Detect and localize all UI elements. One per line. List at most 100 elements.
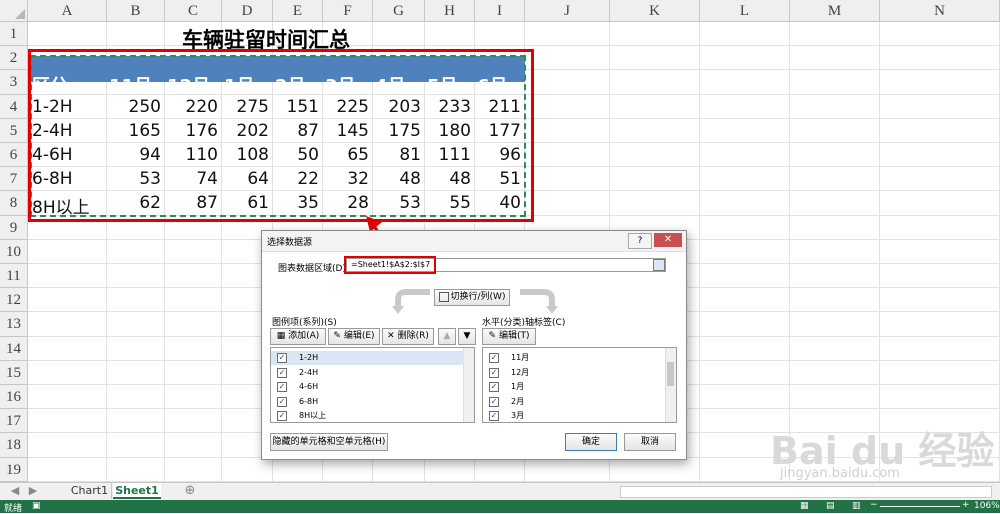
row-header-17[interactable]: 17 <box>0 409 28 434</box>
column-header-C[interactable]: C <box>165 0 222 22</box>
tab-sheet1[interactable]: Sheet1 <box>113 483 161 499</box>
edit-series-button[interactable]: ✎ 编辑(E) <box>328 328 380 345</box>
gridline-col <box>789 22 790 482</box>
category-item-label: 12月 <box>511 367 530 377</box>
column-header-F[interactable]: F <box>323 0 373 22</box>
row-header-10[interactable]: 10 <box>0 239 28 264</box>
prev-sheet-icon[interactable]: ◀ <box>8 483 22 499</box>
column-header-I[interactable]: I <box>475 0 525 22</box>
column-header-N[interactable]: N <box>880 0 1000 22</box>
row-header-4[interactable]: 4 <box>0 94 28 119</box>
curved-arrow-left-icon <box>392 289 430 314</box>
cancel-button[interactable]: 取消 <box>624 433 676 451</box>
row-header-19[interactable]: 19 <box>0 457 28 482</box>
horizontal-scrollbar[interactable] <box>620 486 992 498</box>
column-header-D[interactable]: D <box>222 0 273 22</box>
category-item[interactable]: ✓ 3月 <box>483 409 663 422</box>
category-item-label: 2月 <box>511 396 525 406</box>
help-button[interactable]: ? <box>628 233 652 249</box>
page-layout-icon[interactable]: ▤ <box>826 501 835 511</box>
column-header-G[interactable]: G <box>373 0 425 22</box>
row-header-5[interactable]: 5 <box>0 118 28 143</box>
checkbox-icon[interactable]: ✓ <box>489 411 499 421</box>
remove-series-button[interactable]: ✕ 删除(R) <box>382 328 434 345</box>
close-button[interactable]: ✕ <box>654 233 682 247</box>
gridline-col <box>879 22 880 482</box>
category-scrollbar[interactable] <box>665 348 676 422</box>
checkbox-icon[interactable]: ✓ <box>489 396 499 407</box>
row-header-12[interactable]: 12 <box>0 288 28 313</box>
row-header-7[interactable]: 7 <box>0 167 28 192</box>
series-item[interactable]: ✓ 1-2H <box>271 351 464 365</box>
add-label: 添加(A) <box>288 331 320 341</box>
zoom-out-icon[interactable]: − <box>870 500 878 510</box>
category-item[interactable]: ✓ 1月 <box>483 380 663 394</box>
row-header-14[interactable]: 14 <box>0 336 28 361</box>
axis-label-title: 水平(分类)轴标签(C) <box>482 318 566 328</box>
checkbox-icon[interactable]: ✓ <box>489 367 499 378</box>
column-header-J[interactable]: J <box>525 0 610 22</box>
switch-row-column-button[interactable]: 切换行/列(W) <box>434 289 510 306</box>
ok-button[interactable]: 确定 <box>565 433 617 451</box>
row-header-18[interactable]: 18 <box>0 433 28 458</box>
select-all-corner[interactable] <box>0 0 28 22</box>
row-header-2[interactable]: 2 <box>0 46 28 71</box>
add-sheet-icon[interactable]: ⊕ <box>182 483 198 499</box>
column-header-H[interactable]: H <box>425 0 475 22</box>
row-header-1[interactable]: 1 <box>0 22 28 47</box>
category-item[interactable]: ✓ 12月 <box>483 366 663 380</box>
gridline-row <box>28 45 1000 47</box>
series-scrollbar[interactable] <box>463 348 474 422</box>
down-arrow-icon: ▼ <box>463 331 471 341</box>
macro-record-icon[interactable]: ▣ <box>32 501 41 511</box>
highlight-box-table <box>28 49 534 222</box>
move-up-button[interactable]: ▲ <box>438 328 456 345</box>
series-item[interactable]: ✓ 4-6H <box>271 380 451 394</box>
scroll-thumb[interactable] <box>667 362 674 386</box>
zoom-in-icon[interactable]: + <box>962 500 970 510</box>
row-header-13[interactable]: 13 <box>0 312 28 337</box>
tab-chart1[interactable]: Chart1 <box>68 483 112 499</box>
highlight-box-range <box>344 256 436 274</box>
row-header-6[interactable]: 6 <box>0 143 28 168</box>
row-header-15[interactable]: 15 <box>0 360 28 385</box>
checkbox-icon[interactable]: ✓ <box>489 382 499 392</box>
next-sheet-icon[interactable]: ▶ <box>26 483 40 499</box>
edit-axis-icon: ✎ <box>488 331 497 341</box>
checkbox-icon[interactable]: ✓ <box>489 353 499 363</box>
zoom-level[interactable]: 106% <box>974 501 1000 511</box>
row-header-3[interactable]: 3 <box>0 70 28 95</box>
series-item[interactable]: ✓ 8H以上 <box>271 409 451 422</box>
column-header-L[interactable]: L <box>700 0 790 22</box>
edit-label: 编辑(E) <box>343 331 375 341</box>
category-item[interactable]: ✓ 11月 <box>483 351 663 365</box>
series-item[interactable]: ✓ 2-4H <box>271 366 451 380</box>
page-break-icon[interactable]: ▥ <box>852 501 861 511</box>
row-header-9[interactable]: 9 <box>0 215 28 240</box>
zoom-slider[interactable] <box>880 506 960 507</box>
checkbox-icon[interactable]: ✓ <box>277 367 287 378</box>
column-header-B[interactable]: B <box>107 0 165 22</box>
checkbox-icon[interactable]: ✓ <box>277 411 287 421</box>
row-header-11[interactable]: 11 <box>0 264 28 289</box>
row-header-16[interactable]: 16 <box>0 385 28 410</box>
column-header-K[interactable]: K <box>610 0 700 22</box>
normal-view-icon[interactable]: ▦ <box>800 501 809 511</box>
hidden-empty-cells-button[interactable]: 隐藏的单元格和空单元格(H) <box>270 433 388 451</box>
category-list: ✓ 11月 ✓ 12月 ✓ 1月 ✓ 2月 ✓ 3月 <box>482 347 677 423</box>
column-header-E[interactable]: E <box>273 0 323 22</box>
row-header-8[interactable]: 8 <box>0 191 28 216</box>
checkbox-icon[interactable]: ✓ <box>277 353 287 363</box>
checkbox-icon[interactable]: ✓ <box>277 382 287 392</box>
category-item[interactable]: ✓ 2月 <box>483 395 663 409</box>
column-header-M[interactable]: M <box>790 0 880 22</box>
dialog-title: 选择数据源 <box>267 238 313 248</box>
add-series-button[interactable]: ▦ 添加(A) <box>270 328 326 345</box>
series-item[interactable]: ✓ 6-8H <box>271 395 451 409</box>
move-down-button[interactable]: ▼ <box>458 328 476 345</box>
checkbox-icon[interactable]: ✓ <box>277 396 287 407</box>
column-header-A[interactable]: A <box>28 0 107 22</box>
remove-label: 删除(R) <box>397 331 429 341</box>
edit-axis-button[interactable]: ✎ 编辑(T) <box>482 328 536 345</box>
collapse-range-icon[interactable] <box>653 259 665 271</box>
